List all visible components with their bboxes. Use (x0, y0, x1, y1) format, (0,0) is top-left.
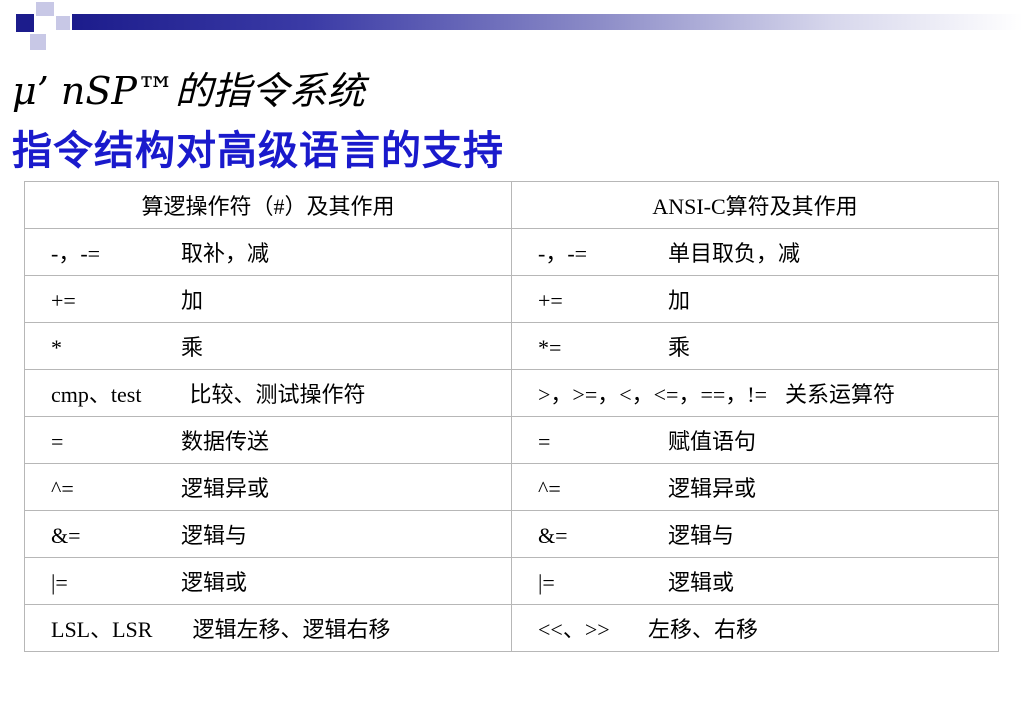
right-operator: |= (538, 570, 555, 595)
right-cell: -，-= 单目取负，减 (511, 228, 999, 276)
table-row: |= 逻辑或 |= 逻辑或 (24, 557, 999, 605)
deco-gradient-bar (72, 14, 1023, 30)
right-description: 赋值语句 (668, 429, 757, 454)
left-cell: |= 逻辑或 (24, 557, 512, 605)
left-operator: LSL、LSR (51, 617, 153, 642)
right-description: 单目取负，减 (668, 241, 801, 266)
right-cell: &= 逻辑与 (511, 510, 999, 558)
right-cell: += 加 (511, 275, 999, 323)
header-asm-operators: 算逻操作符（#）及其作用 (24, 181, 512, 229)
left-operator: |= (51, 570, 68, 595)
left-cell: -，-= 取补，减 (24, 228, 512, 276)
right-cell: ^= 逻辑异或 (511, 463, 999, 511)
right-cell: |= 逻辑或 (511, 557, 999, 605)
right-operator: -，-= (538, 241, 588, 266)
left-description: 加 (181, 288, 204, 313)
table-row: LSL、LSR 逻辑左移、逻辑右移 <<、>> 左移、右移 (24, 604, 999, 652)
deco-square (16, 14, 34, 32)
left-description: 取补，减 (181, 241, 270, 266)
table-row: cmp、test 比较、测试操作符 >，>=，<，<=，==，!= 关系运算符 (24, 369, 999, 417)
left-operator: ^= (51, 476, 74, 501)
right-operator: ^= (538, 476, 561, 501)
left-cell: LSL、LSR 逻辑左移、逻辑右移 (24, 604, 512, 652)
deco-square (30, 34, 46, 50)
right-operator: += (538, 288, 563, 313)
table-row: -，-= 取补，减 -，-= 单目取负，减 (24, 228, 999, 276)
left-description: 逻辑与 (181, 523, 248, 548)
deco-square (36, 2, 54, 16)
right-operator: >，>=，<，<=，==，!= (538, 382, 767, 407)
right-description: 逻辑异或 (668, 476, 757, 501)
right-cell: >，>=，<，<=，==，!= 关系运算符 (511, 369, 999, 417)
decorative-header-bar (0, 0, 1023, 56)
header-ansi-c-operators: ANSI-C算符及其作用 (511, 181, 999, 229)
left-cell: = 数据传送 (24, 416, 512, 464)
left-operator: * (51, 335, 62, 360)
left-cell: &= 逻辑与 (24, 510, 512, 558)
left-cell: cmp、test 比较、测试操作符 (24, 369, 512, 417)
table-row: += 加 += 加 (24, 275, 999, 323)
left-description: 比较、测试操作符 (189, 382, 366, 407)
left-cell: += 加 (24, 275, 512, 323)
right-cell: = 赋值语句 (511, 416, 999, 464)
left-description: 逻辑或 (181, 570, 248, 595)
table-row: = 数据传送 = 赋值语句 (24, 416, 999, 464)
right-description: 加 (668, 288, 691, 313)
right-cell: <<、>> 左移、右移 (511, 604, 999, 652)
left-operator: &= (51, 523, 81, 548)
operator-table: 算逻操作符（#）及其作用 ANSI-C算符及其作用 -，-= 取补，减 -，-= 单目… (24, 181, 999, 652)
table-row: ^= 逻辑异或 ^= 逻辑异或 (24, 463, 999, 511)
left-cell: * 乘 (24, 322, 512, 370)
right-operator: *= (538, 335, 562, 360)
left-operator: cmp、test (51, 382, 142, 407)
left-cell: ^= 逻辑异或 (24, 463, 512, 511)
right-operator: &= (538, 523, 568, 548)
right-description: 左移、右移 (648, 617, 759, 642)
table-row: &= 逻辑与 &= 逻辑与 (24, 510, 999, 558)
left-operator: = (51, 429, 64, 454)
right-description: 逻辑或 (668, 570, 735, 595)
right-operator: <<、>> (538, 617, 610, 642)
slide-title: μ’ nSP™的指令系统 (12, 69, 365, 113)
left-description: 数据传送 (181, 429, 270, 454)
right-description: 乘 (668, 335, 691, 360)
slide-subtitle: 指令结构对高级语言的支持 (12, 128, 504, 174)
table-row: * 乘 *= 乘 (24, 322, 999, 370)
right-description: 逻辑与 (668, 523, 735, 548)
left-operator: -，-= (51, 241, 101, 266)
left-description: 逻辑左移、逻辑右移 (192, 617, 391, 642)
table-header-row: 算逻操作符（#）及其作用 ANSI-C算符及其作用 (24, 181, 999, 229)
left-operator: += (51, 288, 76, 313)
left-description: 逻辑异或 (181, 476, 270, 501)
right-description: 关系运算符 (785, 382, 896, 407)
left-description: 乘 (181, 335, 204, 360)
deco-square (56, 16, 70, 30)
right-cell: *= 乘 (511, 322, 999, 370)
right-operator: = (538, 429, 551, 454)
